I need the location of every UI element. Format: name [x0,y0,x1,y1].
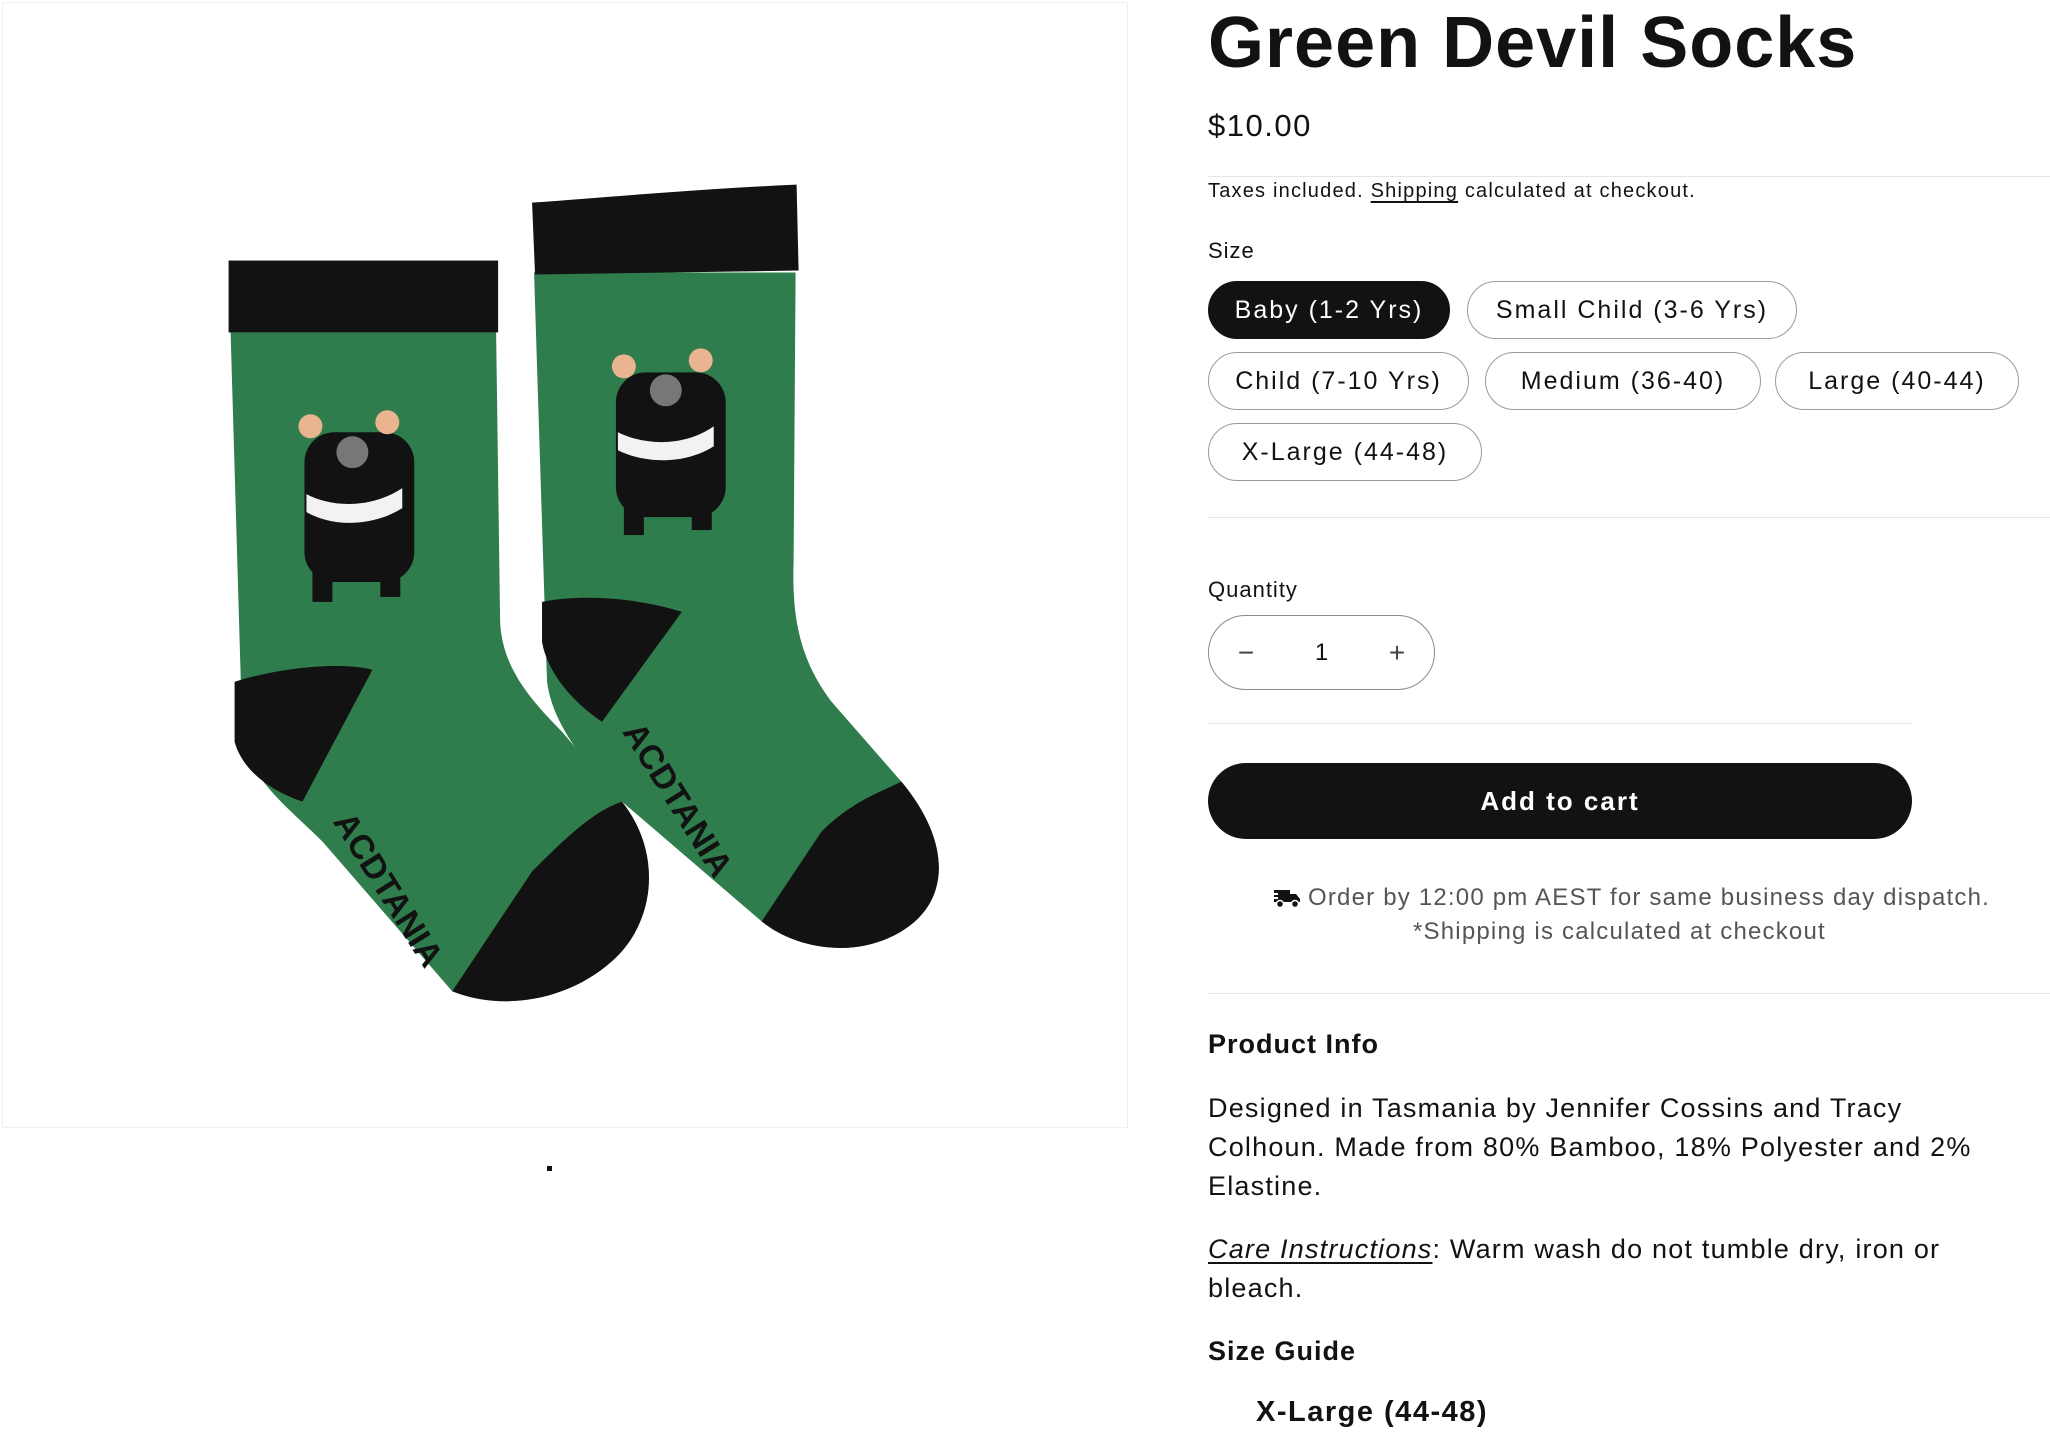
size-guide-heading: Size Guide [1208,1336,1357,1366]
size-option-child[interactable]: Child (7-10 Yrs) [1208,352,1469,410]
shipping-link[interactable]: Shipping [1371,180,1458,202]
divider [1208,176,2050,177]
tax-text-before: Taxes included. [1208,180,1364,202]
gallery-slide-indicator[interactable] [547,1166,552,1171]
dispatch-line-1: Order by 12:00 pm AEST for same business… [1272,884,1990,912]
divider [1208,993,2050,994]
add-to-cart-button[interactable]: Add to cart [1208,763,1912,839]
care-instructions: Care Instructions: Warm wash do not tumb… [1208,1230,1998,1308]
quantity-stepper: − 1 + [1208,615,1435,690]
product-price: $10.00 [1208,108,1312,143]
quantity-label: Quantity [1208,577,1298,602]
size-option-baby[interactable]: Baby (1-2 Yrs) [1208,281,1450,339]
product-info-heading: Product Info [1208,1029,1379,1059]
socks-illustration: ACDTANIA ACDTANIA [228,184,939,1002]
size-option-small-child[interactable]: Small Child (3-6 Yrs) [1467,281,1797,339]
tax-text-after: calculated at checkout. [1464,180,1696,202]
size-guide-item: X-Large (44-48) [1256,1396,1489,1428]
size-option-x-large[interactable]: X-Large (44-48) [1208,423,1482,481]
divider [1208,723,1912,724]
product-info-column: Green Devil Socks $10.00 Taxes included.… [1208,0,2050,1446]
tax-note: Taxes included. Shipping calculated at c… [1208,180,1696,203]
minus-icon[interactable]: − [1209,616,1283,689]
divider [1208,517,2050,518]
dispatch-text: Order by 12:00 pm AEST for same business… [1308,884,1991,911]
truck-icon [1272,890,1300,909]
size-option-large[interactable]: Large (40-44) [1775,352,2019,410]
care-instructions-link[interactable]: Care Instructions [1208,1234,1432,1264]
product-description: Designed in Tasmania by Jennifer Cossins… [1208,1093,1972,1201]
size-option-medium[interactable]: Medium (36-40) [1485,352,1761,410]
plus-icon[interactable]: + [1360,616,1434,689]
product-title: Green Devil Socks [1208,3,1858,83]
product-image[interactable]: ACDTANIA ACDTANIA [2,2,1128,1128]
quantity-input[interactable]: 1 [1283,639,1360,667]
dispatch-line-2: *Shipping is calculated at checkout [1413,918,1826,945]
size-label: Size [1208,238,1255,263]
